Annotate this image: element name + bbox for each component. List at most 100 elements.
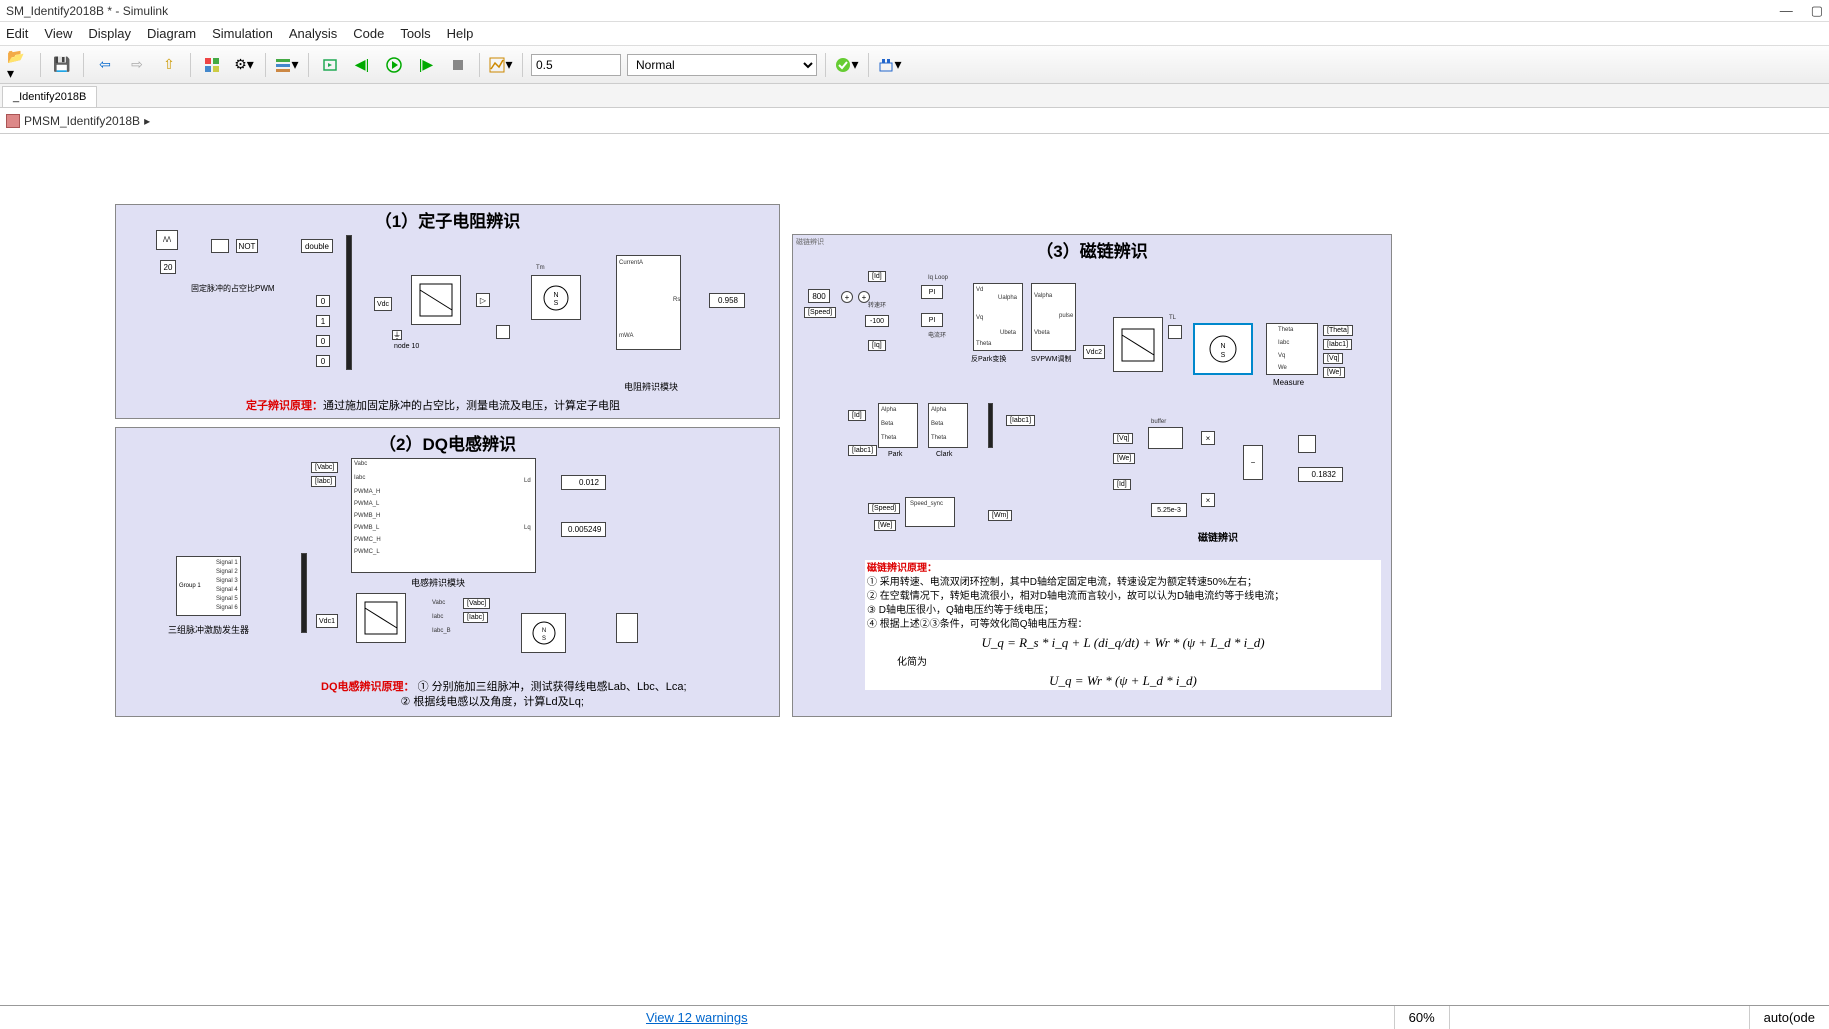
ld-display[interactable]: 0.012	[561, 475, 606, 490]
log-signals-button[interactable]: ▾	[274, 52, 300, 78]
goto-vabc[interactable]: [Vabc]	[463, 598, 490, 609]
id-from[interactable]: [Id]	[868, 271, 886, 282]
iq-from[interactable]: [Iq]	[868, 340, 886, 351]
rs-display[interactable]: 0.958	[709, 293, 745, 308]
iabc1-from[interactable]: [Iabc1]	[848, 445, 877, 456]
vdc1-block[interactable]: Vdc1	[316, 614, 338, 628]
const0a-block[interactable]: 0	[316, 295, 330, 307]
not-block[interactable]: NOT	[236, 239, 258, 253]
goto-iabc1[interactable]: [Iabc1]	[1323, 339, 1352, 350]
goto-vq[interactable]: [Vq]	[1323, 353, 1343, 364]
step-back-button[interactable]: ◀|	[349, 52, 375, 78]
pi2-block[interactable]: PI	[921, 313, 943, 327]
mux3-block[interactable]	[988, 403, 993, 448]
pmsm3-block[interactable]: NS	[1193, 323, 1253, 375]
product1-block[interactable]: ×	[1201, 431, 1215, 445]
menu-display[interactable]: Display	[88, 26, 131, 41]
repeating-sequence-block[interactable]: /\/\	[156, 230, 178, 250]
scope3-block[interactable]	[1298, 435, 1316, 453]
double-block[interactable]: double	[301, 239, 333, 253]
grid-icon	[204, 57, 220, 73]
tl-block[interactable]	[1168, 325, 1182, 339]
pmsm1-block[interactable]: NS	[531, 275, 581, 320]
menu-help[interactable]: Help	[447, 26, 474, 41]
model-tab[interactable]: _Identify2018B	[2, 86, 97, 107]
we2-from[interactable]: [We]	[874, 520, 896, 531]
const800-block[interactable]: 800	[808, 289, 830, 303]
vdc2-block[interactable]: Vdc2	[1083, 345, 1105, 359]
const0b-block[interactable]: 0	[316, 335, 330, 347]
scope2-block[interactable]	[616, 613, 638, 643]
m-vq: Vq	[1278, 353, 1285, 359]
stop-time-input[interactable]	[531, 54, 621, 76]
flux-display[interactable]: 0.1832	[1298, 467, 1343, 482]
menu-view[interactable]: View	[44, 26, 72, 41]
goto-iabc1b[interactable]: [Iabc1]	[1006, 415, 1035, 426]
up-button[interactable]: ⇧	[156, 52, 182, 78]
check-model-button[interactable]: ▾	[834, 52, 860, 78]
subtract-block[interactable]: −	[1243, 445, 1263, 480]
gain525-block[interactable]: 5.25e-3	[1151, 503, 1187, 517]
switch1-block[interactable]	[496, 325, 510, 339]
menu-analysis[interactable]: Analysis	[289, 26, 337, 41]
relay-block[interactable]	[211, 239, 229, 253]
constm100-block[interactable]: -100	[865, 315, 889, 327]
build-button[interactable]: ▾	[877, 52, 903, 78]
speed-from[interactable]: [Speed]	[804, 307, 836, 318]
forward-button[interactable]: ⇨	[124, 52, 150, 78]
pi1-block[interactable]: PI	[921, 285, 943, 299]
simulation-mode-select[interactable]: Normal	[627, 54, 817, 76]
mux1-block[interactable]	[346, 235, 352, 370]
stop-button[interactable]	[445, 52, 471, 78]
goto-wm[interactable]: [Wm]	[988, 510, 1012, 521]
const-20-block[interactable]: 20	[160, 260, 176, 274]
id3-from[interactable]: [Id]	[1113, 479, 1131, 490]
goto-iabc[interactable]: [Iabc]	[463, 612, 488, 623]
sum1-block[interactable]: +	[841, 291, 853, 303]
vq-from[interactable]: [Vq]	[1113, 433, 1133, 444]
lq-display[interactable]: 0.005249	[561, 522, 606, 537]
region-dq-inductance[interactable]: （2）DQ电感辨识 [Vabc] [Iabc] Vabc Iabc PWMA_H…	[115, 427, 780, 717]
maximize-icon[interactable]: ▢	[1811, 3, 1823, 19]
pmsm2-block[interactable]: NS	[521, 613, 566, 653]
vabc-from[interactable]: [Vabc]	[311, 462, 338, 473]
breadcrumb-model[interactable]: PMSM_Identify2018B	[24, 114, 140, 128]
speed2-from[interactable]: [Speed]	[868, 503, 900, 514]
id2-from[interactable]: [Id]	[848, 410, 866, 421]
gain1-block[interactable]: ▷	[476, 293, 490, 307]
save-button[interactable]: 💾	[49, 52, 75, 78]
minimize-icon[interactable]: —	[1780, 3, 1793, 19]
mux2-block[interactable]	[301, 553, 307, 633]
iabc-from[interactable]: [Iabc]	[311, 476, 336, 487]
region-flux-linkage[interactable]: 磁链辨识 （3）磁链辨识 800 [Speed] + + [Id] [Iq] -…	[792, 234, 1392, 717]
model-config-button[interactable]: ⚙▾	[231, 52, 257, 78]
open-button[interactable]: 📂▾	[6, 52, 32, 78]
inverter3-block[interactable]	[1113, 317, 1163, 372]
library-browser-button[interactable]	[199, 52, 225, 78]
buffer-block[interactable]	[1148, 427, 1183, 449]
menu-simulation[interactable]: Simulation	[212, 26, 273, 41]
ground1-block[interactable]: ⏚	[392, 330, 402, 340]
menu-code[interactable]: Code	[353, 26, 384, 41]
update-diagram-button[interactable]	[317, 52, 343, 78]
we3-from[interactable]: [We]	[1113, 453, 1135, 464]
vdc-block[interactable]: Vdc	[374, 297, 392, 311]
goto-theta[interactable]: [Theta]	[1323, 325, 1353, 336]
menu-tools[interactable]: Tools	[400, 26, 430, 41]
const1-block[interactable]: 1	[316, 315, 330, 327]
run-button[interactable]	[381, 52, 407, 78]
const0c-block[interactable]: 0	[316, 355, 330, 367]
canvas[interactable]: （1）定子电阻辨识 /\/\ NOT 20 固定脉冲的占空比PWM double…	[0, 134, 1829, 794]
product2-block[interactable]: ×	[1201, 493, 1215, 507]
back-button[interactable]: ⇦	[92, 52, 118, 78]
menu-diagram[interactable]: Diagram	[147, 26, 196, 41]
inverter2-block[interactable]	[356, 593, 406, 643]
goto-we[interactable]: [We]	[1323, 367, 1345, 378]
region-stator-resistance[interactable]: （1）定子电阻辨识 /\/\ NOT 20 固定脉冲的占空比PWM double…	[115, 204, 780, 419]
step-forward-button[interactable]: |▶	[413, 52, 439, 78]
warnings-link[interactable]: View 12 warnings	[646, 1010, 748, 1025]
menu-edit[interactable]: Edit	[6, 26, 28, 41]
zoom-level[interactable]: 60%	[1394, 1006, 1449, 1029]
data-inspector-button[interactable]: ▾	[488, 52, 514, 78]
inverter1-block[interactable]	[411, 275, 461, 325]
